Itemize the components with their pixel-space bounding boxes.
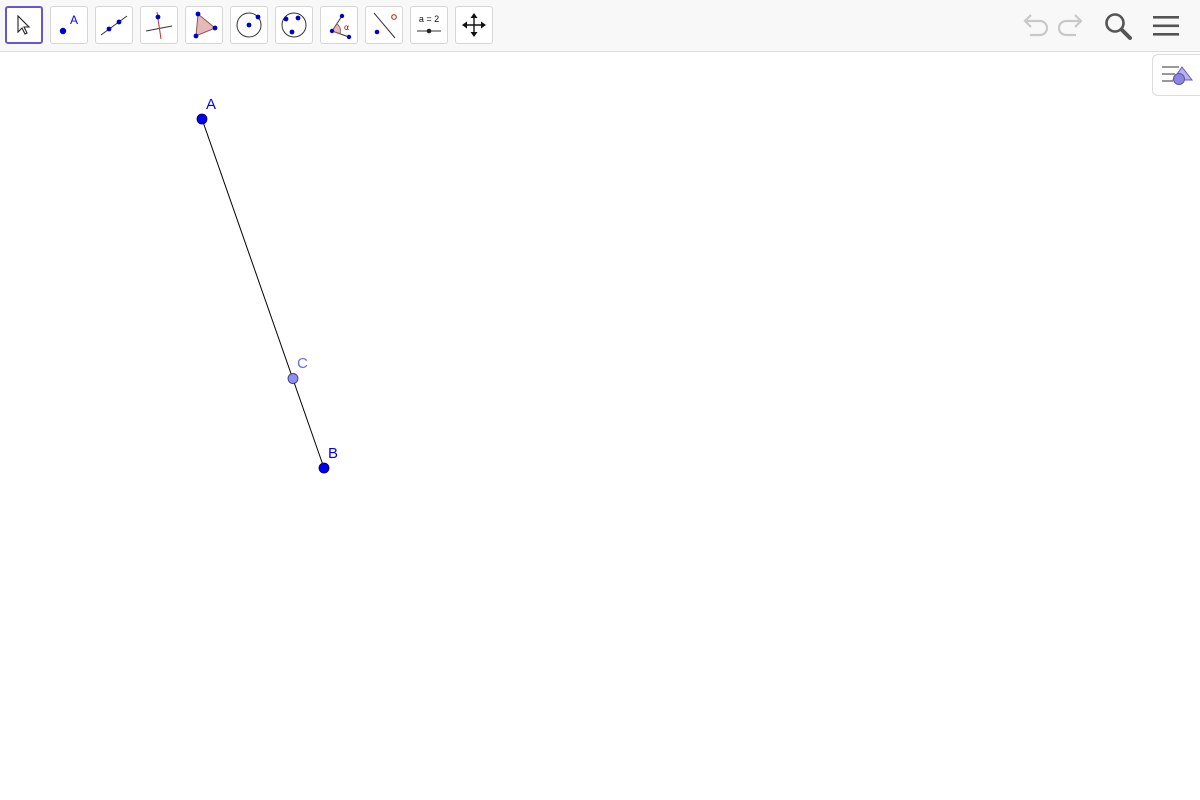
slider-icon: a = 2 [417, 14, 441, 34]
reflect-icon [373, 12, 397, 39]
toolbar: A α a = 2 [0, 0, 1200, 52]
search-icon [1105, 13, 1132, 40]
perpendicular-line-tool[interactable] [140, 6, 178, 44]
undo-icon [1023, 14, 1049, 37]
circle-center-point-icon [236, 12, 262, 38]
point-c[interactable] [287, 373, 299, 384]
redo-icon [1057, 14, 1083, 37]
angle-tool[interactable]: α [320, 6, 358, 44]
circle-three-points-tool[interactable] [275, 6, 313, 44]
point-tool-label: A [70, 13, 78, 27]
point-c-label: C [297, 355, 308, 372]
move-tool[interactable] [5, 6, 43, 44]
move-graphics-view-tool[interactable] [455, 6, 493, 44]
angle-tool-label: α [344, 23, 349, 32]
graphics-view[interactable]: A B C [0, 53, 1200, 800]
angle-icon: α [329, 13, 352, 40]
reflect-about-line-tool[interactable] [365, 6, 403, 44]
perpendicular-line-icon [145, 11, 173, 40]
circle-three-points-icon [281, 12, 307, 38]
polygon-tool[interactable] [185, 6, 223, 44]
point-a[interactable] [196, 113, 208, 125]
redo-button[interactable] [1052, 6, 1092, 46]
slider-tool[interactable]: a = 2 [410, 6, 448, 44]
point-b-label: B [328, 445, 338, 462]
point-a-label: A [206, 96, 216, 113]
circle-center-point-tool[interactable] [230, 6, 268, 44]
segment-ab[interactable] [201, 118, 325, 469]
line-tool[interactable] [95, 6, 133, 44]
slider-tool-label: a = 2 [419, 14, 439, 24]
arrow-cursor-icon [17, 14, 31, 35]
undo-button[interactable] [1014, 6, 1054, 46]
polygon-icon [193, 11, 218, 39]
search-button[interactable] [1098, 6, 1138, 46]
menu-icon [1153, 16, 1179, 36]
point-b[interactable] [318, 462, 330, 474]
line-through-points-icon [100, 15, 128, 36]
graphics-svg: A B C [196, 96, 338, 474]
point-tool[interactable]: A [50, 6, 88, 44]
move-arrows-icon [462, 13, 486, 37]
main-menu-button[interactable] [1146, 6, 1186, 46]
point-icon: A [59, 13, 78, 35]
